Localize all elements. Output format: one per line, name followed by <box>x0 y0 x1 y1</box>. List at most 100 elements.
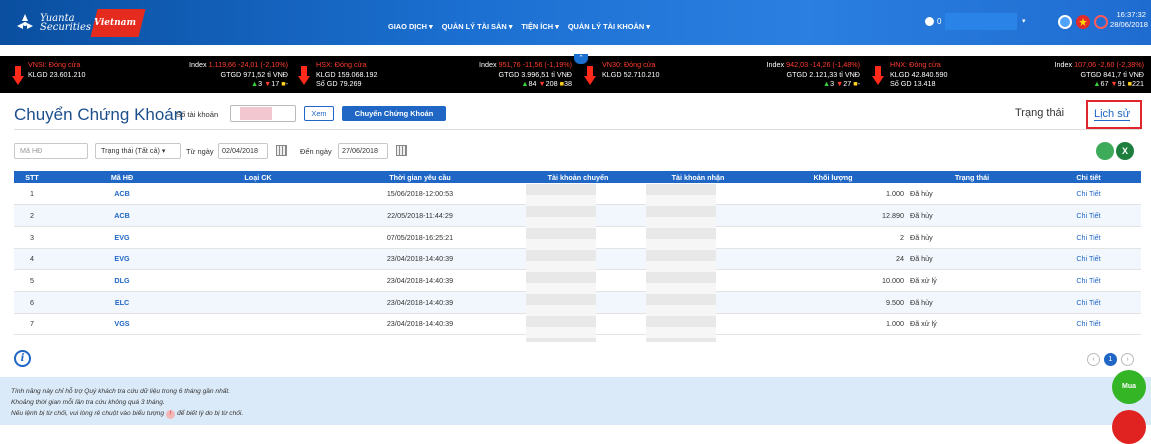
ticker-klgd: KLGD 23.601.210 <box>28 69 86 79</box>
ticker-index-value: 951,76 -11,56 (-1,19%) <box>498 60 572 69</box>
cell-mahd: EVG <box>50 226 194 249</box>
ticker-ref: - <box>857 79 860 88</box>
ticker-down: 27 <box>843 79 852 88</box>
user-count: 0 <box>937 17 942 26</box>
page-1-button[interactable]: 1 <box>1104 353 1117 366</box>
cell-status: Đã hủy <box>908 183 1036 206</box>
col-loai-ck: Loại CK <box>194 171 322 183</box>
detail-link[interactable]: Chi Tiết <box>1036 291 1141 314</box>
ticker-index-value: 1.119,66 -24,01 (-2,10%) <box>208 60 288 69</box>
detail-link[interactable]: Chi Tiết <box>1036 313 1141 336</box>
cell-loai <box>194 183 322 206</box>
info-icon[interactable]: i <box>14 350 31 367</box>
cell-mahd: VGS <box>50 313 194 336</box>
detail-link[interactable]: Chi Tiết <box>1036 204 1141 227</box>
to-date-label: Đến ngày <box>300 147 332 156</box>
detail-link[interactable]: Chi Tiết <box>1036 183 1141 206</box>
vietnam-flag-icon[interactable] <box>1076 15 1090 29</box>
to-date-input[interactable]: 27/06/2018 <box>338 143 388 159</box>
cell-kl: 1.000 <box>758 313 908 336</box>
col-khoi-luong: Khối lượng <box>758 171 908 183</box>
cell-mahd: ACB <box>50 183 194 206</box>
clock: 16:37:32 28/06/2018 <box>1110 10 1149 30</box>
prev-page-button[interactable]: ‹ <box>1087 353 1100 366</box>
down-arrow-icon <box>584 66 596 85</box>
detail-link[interactable]: Chi Tiết <box>1036 226 1141 249</box>
detail-link[interactable]: Chi Tiết <box>1036 269 1141 292</box>
page-title: Chuyển Chứng Khoán <box>14 105 184 124</box>
collapse-ticker-icon[interactable]: ⌃ <box>574 54 588 64</box>
ticker-index-label: Index <box>189 60 207 69</box>
logout-icon[interactable] <box>1094 15 1108 29</box>
ticker-name: VNSI: Đóng cửa <box>28 60 81 69</box>
cell-time: 22/05/2018-11:44:29 <box>322 204 518 227</box>
calendar-icon[interactable] <box>276 145 287 156</box>
mahd-input[interactable]: Mã HĐ <box>14 143 88 159</box>
note-text: Nếu lệnh bị từ chối, vui lòng rê chuột v… <box>11 410 165 417</box>
ticker-name: HNX: Đóng cửa <box>890 60 941 69</box>
redacted-target-accounts <box>646 184 716 342</box>
note-text: để biết lý do bị từ chối. <box>177 410 244 417</box>
user-account-box[interactable] <box>945 13 1017 30</box>
cell-loai <box>194 269 322 292</box>
cell-status: Đã hủy <box>908 204 1036 227</box>
ticker-down: 17 <box>271 79 280 88</box>
excel-export-icon[interactable]: X <box>1116 142 1134 160</box>
ticker-gtgd: GTGD 841,7 tỉ VNĐ <box>1080 69 1144 79</box>
ticker-ref: - <box>285 79 288 88</box>
view-button[interactable]: Xem <box>304 106 334 121</box>
status-select-value: Trạng thái (Tất cả) <box>101 146 160 155</box>
ticker-down: 91 <box>1117 79 1126 88</box>
next-page-button[interactable]: › <box>1121 353 1134 366</box>
clock-time: 16:37:32 <box>1116 10 1146 19</box>
from-date-input[interactable]: 02/04/2018 <box>218 143 268 159</box>
col-trang-thai: Trạng thái <box>908 171 1036 183</box>
tab-status[interactable]: Trạng thái <box>1015 107 1064 119</box>
col-thoi-gian: Thời gian yêu cầu <box>322 171 518 183</box>
col-tk-chuyen: Tài khoản chuyển <box>518 171 638 183</box>
logo[interactable]: Yuanta Securities Vietnam <box>14 9 146 37</box>
top-bar: Yuanta Securities Vietnam GIAO DỊCH ▾ QU… <box>0 0 1151 45</box>
calendar-icon[interactable] <box>396 145 407 156</box>
cell-loai <box>194 226 322 249</box>
main-menu: GIAO DỊCH ▾ QUẢN LÝ TÀI SẢN ▾ TIỆN ÍCH ▾… <box>388 22 650 31</box>
user-caret-icon[interactable]: ▾ <box>1022 17 1026 25</box>
print-icon[interactable] <box>1096 142 1114 160</box>
ticker-name: HSX: Đóng cửa <box>316 60 367 69</box>
cell-kl: 1.000 <box>758 183 908 206</box>
detail-link[interactable]: Chi Tiết <box>1036 248 1141 271</box>
transfer-stock-button[interactable]: Chuyển Chứng Khoán <box>342 106 446 121</box>
notes-panel: Tính năng này chỉ hỗ trợ Quý khách tra c… <box>0 377 1151 425</box>
from-date-label: Từ ngày <box>186 147 214 156</box>
clock-date: 28/06/2018 <box>1110 20 1149 29</box>
ticker-index-value: 942,03 -14,26 (-1,48%) <box>786 60 860 69</box>
cell-kl: 10.000 <box>758 269 908 292</box>
ticker-klgd: KLGD 159.068.192 <box>316 69 378 79</box>
reject-warning-icon: ! <box>166 410 176 419</box>
col-chi-tiet: Chi tiết <box>1036 171 1141 183</box>
cell-status: Đã xử lý <box>908 269 1036 292</box>
cell-mahd: EVG <box>50 248 194 271</box>
sell-button[interactable] <box>1112 410 1146 444</box>
menu-giao-dich[interactable]: GIAO DỊCH ▾ <box>388 22 433 31</box>
redacted-source-accounts <box>526 184 596 342</box>
menu-tien-ich[interactable]: TIỆN ÍCH ▾ <box>521 22 558 31</box>
status-select[interactable]: Trạng thái (Tất cả) ▾ <box>95 143 181 159</box>
cell-stt: 3 <box>14 226 50 249</box>
menu-quan-ly-tai-san[interactable]: QUẢN LÝ TÀI SẢN ▾ <box>442 22 513 31</box>
ticker-ref: 38 <box>564 79 572 88</box>
calendar-icon[interactable] <box>1058 15 1072 29</box>
down-arrow-icon <box>298 66 310 85</box>
cell-status: Đã xử lý <box>908 313 1036 336</box>
tab-history-label: Lịch sử <box>1094 108 1131 121</box>
cell-kl: 9.500 <box>758 291 908 314</box>
ticker-gtgd: GTGD 2.121,33 tỉ VNĐ <box>786 69 861 79</box>
tab-history[interactable]: Lịch sử <box>1086 100 1142 129</box>
down-arrow-icon <box>872 66 884 85</box>
buy-button[interactable]: Mua <box>1112 370 1146 404</box>
note-line: Nếu lệnh bị từ chối, vui lòng rê chuột v… <box>11 408 1151 419</box>
menu-quan-ly-tai-khoan[interactable]: QUẢN LÝ TÀI KHOẢN ▾ <box>568 22 650 31</box>
user-icon[interactable] <box>925 17 934 26</box>
ticker-gtgd: GTGD 3.996,51 tỉ VNĐ <box>498 69 573 79</box>
cell-time: 15/06/2018-12:00:53 <box>322 183 518 206</box>
